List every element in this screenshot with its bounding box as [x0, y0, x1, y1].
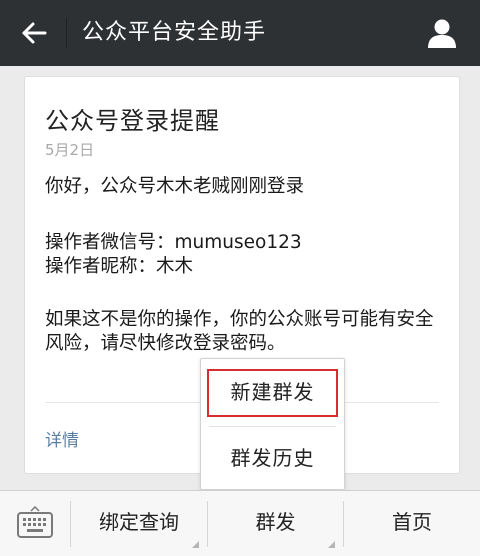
detail-link[interactable]: 详情	[45, 426, 79, 451]
submenu-popup: 新建群发 群发历史	[200, 358, 345, 490]
top-nav-bar: 公众平台安全助手	[0, 0, 480, 66]
bottom-menu-bar: 绑定查询 群发 首页	[0, 490, 480, 556]
header-divider	[66, 18, 67, 48]
menu-bind-query-label: 绑定查询	[99, 510, 179, 534]
menu-home-label: 首页	[392, 510, 432, 534]
operator-wechat-id: 操作者微信号：mumuseo123	[45, 232, 302, 253]
user-profile-icon	[428, 19, 456, 48]
highlight-box	[207, 369, 338, 417]
submenu-indicator-icon	[328, 541, 335, 548]
keyboard-toggle-button[interactable]	[0, 491, 70, 556]
back-button[interactable]	[14, 16, 54, 50]
warning-text-line1: 如果这不是你的操作，你的公众账号可能有安全	[45, 309, 434, 330]
menu-broadcast[interactable]: 群发	[208, 491, 343, 556]
menu-broadcast-label: 群发	[255, 510, 296, 534]
profile-button[interactable]	[424, 14, 460, 52]
menu-home[interactable]: 首页	[344, 491, 480, 556]
menu-item-broadcast-history[interactable]: 群发历史	[201, 427, 344, 489]
back-arrow-icon	[22, 22, 47, 44]
operator-nickname: 操作者昵称：木木	[45, 256, 194, 277]
message-title: 公众号登录提醒	[45, 107, 220, 135]
submenu-indicator-icon	[192, 541, 199, 548]
keyboard-icon	[17, 505, 53, 538]
menu-bind-query[interactable]: 绑定查询	[71, 491, 207, 556]
page-title: 公众平台安全助手	[82, 20, 267, 45]
message-greeting: 你好，公众号木木老贼刚刚登录	[45, 176, 305, 197]
warning-text-line2: 风险，请尽快修改登录密码。	[45, 333, 286, 354]
message-date: 5月2日	[45, 141, 95, 159]
